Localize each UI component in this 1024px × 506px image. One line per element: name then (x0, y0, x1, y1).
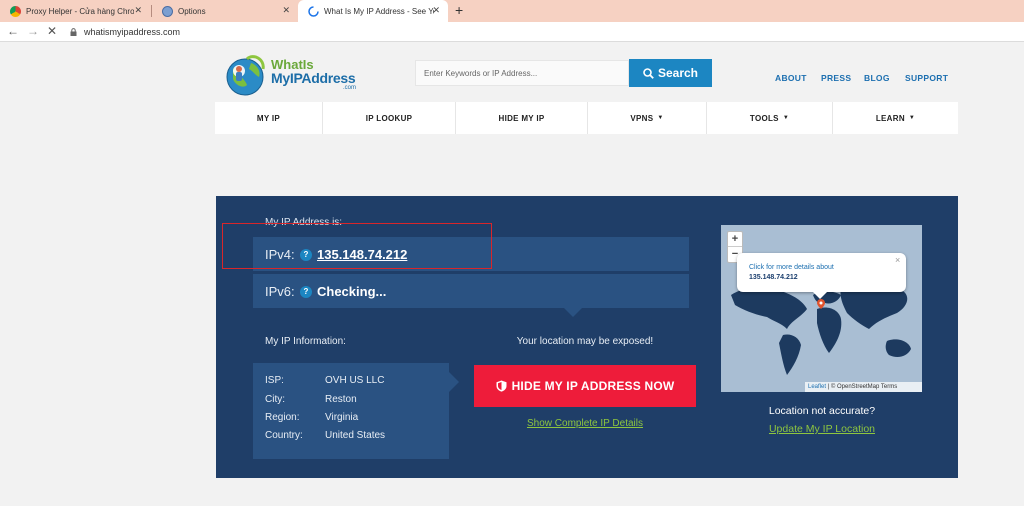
nav-label: VPNS (630, 113, 654, 123)
link-press[interactable]: PRESS (821, 73, 851, 83)
update-location-link[interactable]: Update My IP Location (722, 423, 922, 435)
map-popup[interactable] (737, 253, 906, 292)
popup-close-icon[interactable]: × (895, 256, 900, 265)
hide-button-label: HIDE MY IP ADDRESS NOW (511, 379, 675, 393)
tab-options[interactable]: Options ✕ (152, 0, 298, 22)
logo-text: .com (343, 85, 357, 91)
nav-tools[interactable]: TOOLS ▼ (707, 102, 833, 134)
ipv6-row-notch (564, 308, 582, 317)
search-input[interactable] (415, 60, 629, 86)
info-value: Reston (325, 394, 357, 405)
back-arrow-icon[interactable]: ← (7, 25, 19, 37)
tab-title: Proxy Helper - Cửa hàng Chrome (26, 6, 134, 16)
map-attribution: Leaflet | © OpenStreetMap Terms (805, 382, 922, 392)
close-tab-icon[interactable]: ✕ (134, 6, 142, 15)
main-nav: MY IP IP LOOKUP HIDE MY IP VPNS ▼ TOOLS ▼ … (215, 102, 958, 134)
search-icon (643, 67, 654, 79)
info-value: Virginia (325, 412, 359, 423)
info-key: Region: (265, 412, 300, 423)
nav-label: IP LOOKUP (365, 113, 413, 123)
url-text[interactable]: whatismyipaddress.com (84, 27, 180, 37)
info-key: ISP: (265, 375, 284, 386)
close-tab-icon[interactable]: ✕ (432, 6, 440, 15)
link-about[interactable]: ABOUT (775, 73, 807, 83)
popup-text[interactable]: Click for more details about (749, 264, 834, 271)
forward-arrow-icon[interactable]: → (27, 25, 39, 37)
shield-icon (496, 380, 507, 392)
nav-label: MY IP (256, 113, 281, 123)
ip-info-arrow (449, 372, 459, 392)
new-tab-button[interactable]: + (455, 3, 463, 17)
link-blog[interactable]: BLOG (864, 73, 890, 83)
tab-title: Options (178, 6, 206, 16)
tab-title: What Is My IP Address - See Your (324, 6, 434, 16)
caret-down-icon: ▼ (782, 115, 790, 121)
tab-strip: Proxy Helper - Cửa hàng Chrome ✕ Options… (0, 0, 1024, 22)
link-support[interactable]: SUPPORT (905, 73, 948, 83)
nav-vpns[interactable]: VPNS ▼ (588, 102, 707, 134)
help-icon[interactable]: ? (300, 286, 312, 298)
ipv6-value: Checking... (317, 284, 387, 299)
info-key: City: (265, 394, 285, 405)
lock-icon (70, 28, 77, 36)
ip-info-heading: My IP Information: (265, 336, 346, 347)
info-key: Country: (265, 430, 303, 441)
exposed-warning: Your location may be exposed! (516, 336, 654, 347)
ipv6-label: IPv6: (265, 284, 295, 299)
nav-hide-my-ip[interactable]: HIDE MY IP (456, 102, 588, 134)
popup-ip[interactable]: 135.148.74.212 (749, 274, 798, 281)
nav-learn[interactable]: LEARN ▼ (833, 102, 958, 134)
map-popup-tip (813, 292, 827, 299)
leaflet-link[interactable]: Leaflet (808, 384, 826, 390)
chrome-tab-icon (10, 5, 21, 17)
globe-logo-icon (226, 55, 265, 96)
nav-label: HIDE MY IP (498, 113, 545, 123)
nav-label: TOOLS (749, 113, 779, 123)
tab-proxy-helper[interactable]: Proxy Helper - Cửa hàng Chrome ✕ (0, 0, 150, 22)
highlight-box (222, 223, 492, 269)
search-button-label: Search (657, 66, 699, 80)
hide-my-ip-button[interactable]: HIDE MY IP ADDRESS NOW (474, 365, 696, 407)
map-marker-icon (817, 299, 825, 309)
info-value: United States (325, 430, 386, 441)
info-value: OVH US LLC (325, 375, 385, 386)
caret-down-icon: ▼ (657, 115, 664, 121)
location-question: Location not accurate? (768, 405, 876, 417)
tab-whatismyip[interactable]: What Is My IP Address - See Your ✕ (298, 0, 448, 22)
stop-icon[interactable]: ✕ (47, 25, 57, 37)
osm-attribution[interactable]: | © OpenStreetMap Terms (828, 384, 898, 390)
caret-down-icon: ▼ (908, 115, 916, 121)
loading-spinner-icon (308, 5, 319, 17)
search-button[interactable]: Search (629, 59, 712, 87)
nav-label: LEARN (875, 113, 905, 123)
close-tab-icon[interactable]: ✕ (282, 6, 290, 15)
logo-text: MyIPAddress (271, 70, 356, 86)
nav-my-ip[interactable]: MY IP (215, 102, 323, 134)
address-bar: ← → ✕ whatismyipaddress.com (0, 22, 1024, 42)
options-tab-icon (162, 5, 173, 17)
zoom-in-button[interactable]: + (728, 232, 742, 247)
nav-ip-lookup[interactable]: IP LOOKUP (323, 102, 456, 134)
show-details-link[interactable]: Show Complete IP Details (475, 418, 695, 429)
site-logo[interactable]: WhatIs MyIPAddress .com (225, 55, 360, 97)
